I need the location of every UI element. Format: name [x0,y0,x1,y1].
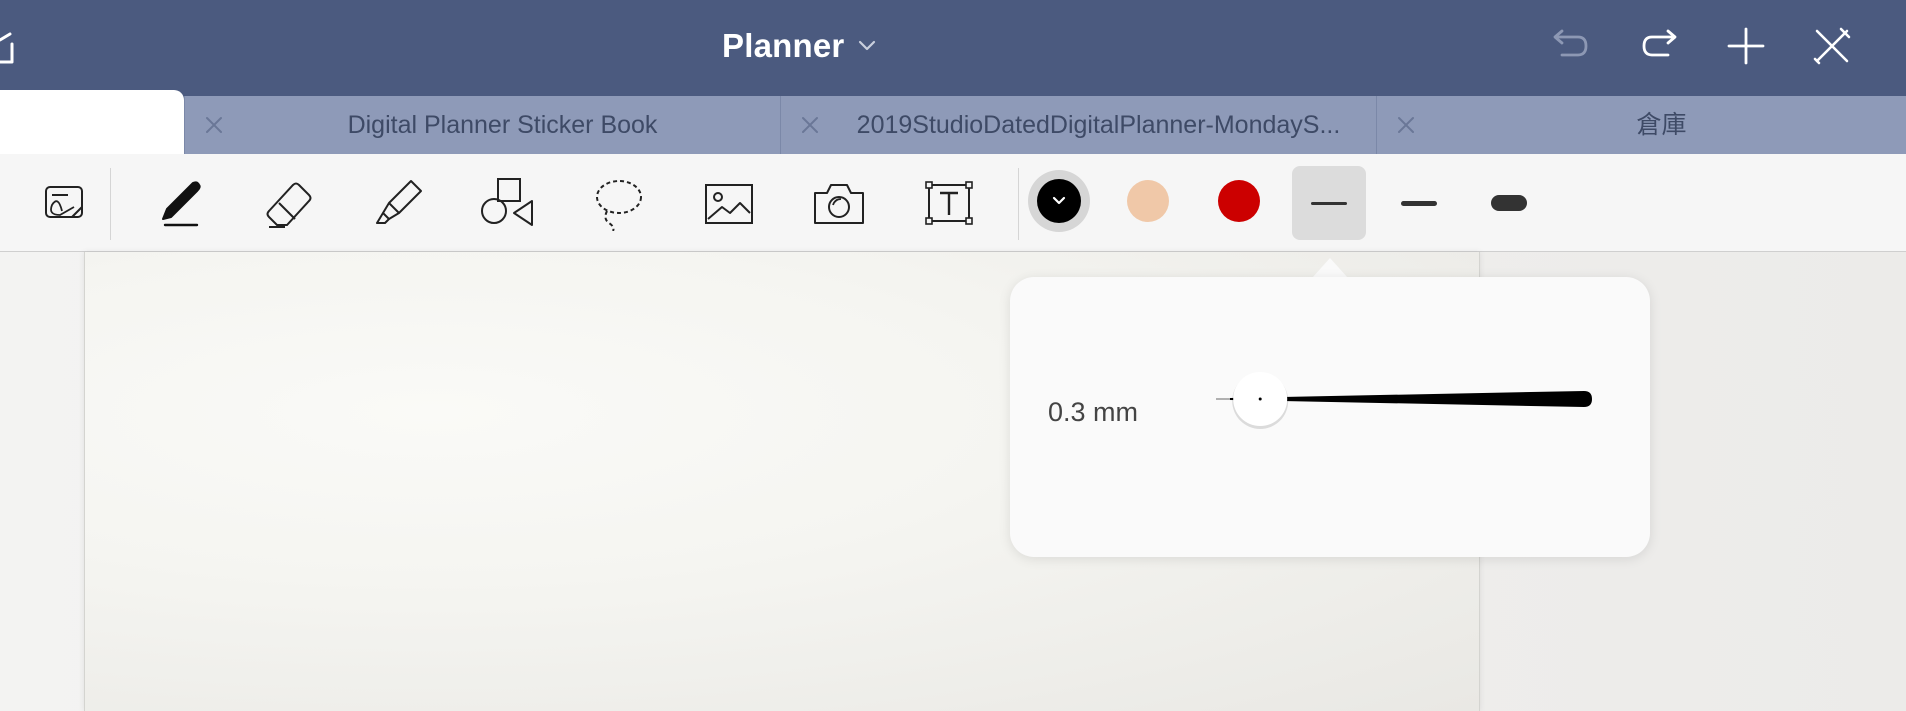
tab-label: 2019StudioDatedDigitalPlanner-MondayS... [856,111,1341,139]
highlighter-tool-button[interactable] [366,170,432,236]
popover-arrow [1312,258,1348,278]
read-mode-button[interactable] [30,170,96,236]
pencil-cross-icon [1813,27,1851,65]
chevron-down-icon [1052,196,1066,205]
text-icon [925,181,973,225]
image-tool-button[interactable] [696,170,762,236]
lasso-icon [596,180,642,231]
camera-tool-button[interactable] [806,170,872,236]
slider-thumb[interactable] [1232,372,1289,429]
tab-label [48,90,176,148]
lasso-tool-button[interactable] [586,170,652,236]
tab-label: Digital Planner Sticker Book [347,111,658,139]
document-title: Planner [722,27,845,64]
highlighter-icon [376,180,422,224]
thin-line-icon [1311,201,1347,205]
chevron-down-icon [859,40,876,51]
close-icon[interactable] [1395,114,1417,136]
tab-storage[interactable]: 倉庫 [1376,96,1906,154]
medium-line-icon [1401,200,1437,206]
tab-strip: Digital Planner Sticker Book 2019StudioD… [0,90,1906,154]
read-mode-icon [45,186,83,218]
documents-back-icon[interactable] [0,30,16,66]
add-button[interactable] [1722,22,1770,70]
close-icon[interactable] [799,114,821,136]
tab-current-document[interactable] [0,90,184,154]
tab-label: 倉庫 [1636,111,1687,139]
document-title-dropdown[interactable]: Planner [722,22,876,70]
pen-tool-button[interactable] [146,170,212,236]
color-swatch-red[interactable] [1218,180,1260,222]
exit-edit-button[interactable] [1808,22,1856,70]
thickness-thin-button[interactable] [1292,166,1366,240]
undo-icon [1553,29,1588,57]
shapes-tool-button[interactable] [474,170,540,236]
eraser-icon [266,182,312,228]
camera-icon [814,184,864,224]
tool-bar [0,154,1906,252]
image-icon [705,184,753,224]
toolbar-divider [110,168,111,240]
pen-size-slider[interactable] [1206,369,1602,429]
tab-digital-planner-sticker-book[interactable]: Digital Planner Sticker Book [184,96,780,154]
tab-2019-studio-planner[interactable]: 2019StudioDatedDigitalPlanner-MondayS... [780,96,1376,154]
pen-size-label: 0.3 mm [1048,397,1139,427]
thick-line-icon [1491,195,1527,211]
color-swatch-peach[interactable] [1127,180,1169,222]
pen-icon [162,181,201,227]
text-tool-button[interactable] [916,170,982,236]
undo-button[interactable] [1546,22,1594,70]
color-swatch-black[interactable] [1037,179,1081,223]
close-icon[interactable] [203,114,225,136]
shapes-icon [481,178,533,226]
title-bar: Planner [0,0,1906,96]
thickness-thick-button[interactable] [1472,166,1546,240]
pen-size-popover: 0.3 mm [1010,277,1650,557]
toolbar-divider [1018,168,1019,240]
app-window: Planner Digital Planner Sticker Book 201… [0,0,1906,711]
plus-icon [1727,27,1765,65]
redo-button[interactable] [1636,22,1684,70]
eraser-tool-button[interactable] [256,170,322,236]
redo-icon [1642,29,1677,57]
thickness-medium-button[interactable] [1382,166,1456,240]
